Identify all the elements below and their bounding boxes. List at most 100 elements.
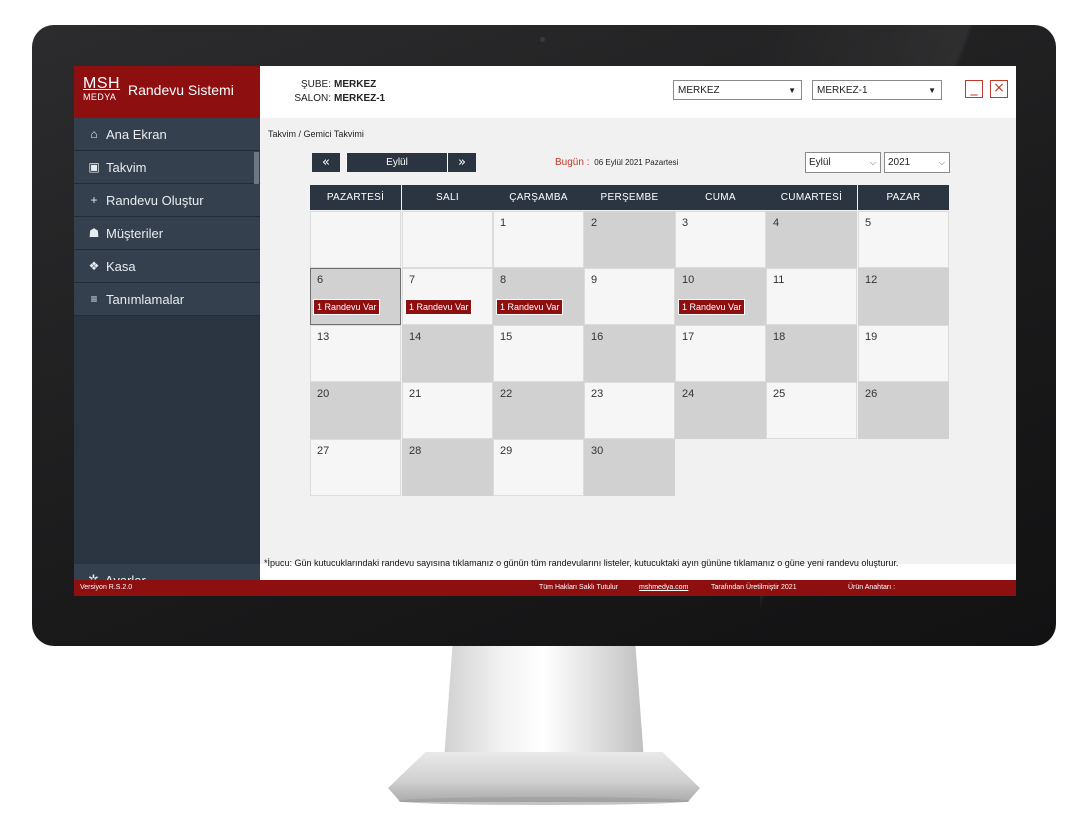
monitor-stand-base — [388, 752, 700, 802]
calendar-day-cell[interactable]: 15 — [493, 325, 584, 382]
day-number[interactable]: 11 — [773, 274, 784, 286]
day-number[interactable]: 1 — [500, 217, 506, 229]
calendar-content: Takvim / Gemici Takvimi « Eylül » Bugün … — [260, 118, 1016, 568]
calendar-day-cell[interactable]: 19 — [858, 325, 949, 382]
day-number[interactable]: 16 — [591, 331, 603, 343]
branch-label: ŞUBE: — [300, 79, 331, 90]
weekday-header: CUMA — [675, 185, 766, 210]
branch-select[interactable]: MERKEZ ▼ — [673, 80, 802, 100]
calendar-day-cell[interactable]: 16 — [584, 325, 675, 382]
sidebar-item-home[interactable]: ⌂ Ana Ekran — [74, 118, 260, 151]
next-month-button[interactable]: » — [448, 153, 476, 172]
month-select-value: Eylül — [809, 157, 831, 168]
calendar-day-cell[interactable]: 29 — [493, 439, 584, 496]
day-number[interactable]: 2 — [591, 217, 597, 229]
day-number[interactable]: 17 — [682, 331, 694, 343]
calendar-day-cell[interactable]: 25 — [766, 382, 857, 439]
salon-value: MERKEZ-1 — [334, 93, 386, 104]
day-number[interactable]: 3 — [682, 217, 688, 229]
calendar-day-cell[interactable]: 3 — [675, 211, 766, 268]
minimize-button[interactable]: _ — [965, 80, 983, 98]
day-number[interactable]: 18 — [773, 331, 785, 343]
calendar-day-cell[interactable]: 1 — [493, 211, 584, 268]
sidebar-scrollbar[interactable] — [254, 152, 259, 184]
day-number[interactable]: 22 — [500, 388, 512, 400]
appointment-badge[interactable]: 1 Randevu Var — [313, 299, 381, 315]
calendar-day-cell[interactable]: 6 1 Randevu Var — [310, 268, 401, 325]
main-panel: ŞUBE: MERKEZ SALON: MERKEZ-1 MERKEZ ▼ MERK… — [74, 66, 1016, 596]
day-number[interactable]: 10 — [682, 274, 694, 286]
calendar-day-cell[interactable]: 7 1 Randevu Var — [402, 268, 493, 325]
day-number[interactable]: 6 — [317, 274, 323, 286]
day-number[interactable]: 4 — [773, 217, 779, 229]
day-number[interactable]: 23 — [591, 388, 603, 400]
sidebar-item-users[interactable]: ☗ Müşteriler — [74, 217, 260, 250]
day-number[interactable]: 12 — [865, 274, 877, 286]
product-key-text: Ürün Anahtarı : — [848, 584, 896, 591]
day-number[interactable]: 9 — [591, 274, 597, 286]
calendar-day-cell[interactable]: 27 — [310, 439, 401, 496]
day-number[interactable]: 15 — [500, 331, 512, 343]
day-number[interactable]: 29 — [500, 445, 512, 457]
close-icon: × — [993, 80, 1005, 96]
current-month-label: Eylül — [346, 153, 448, 172]
day-number[interactable]: 14 — [409, 331, 421, 343]
day-number[interactable]: 19 — [865, 331, 877, 343]
day-number[interactable]: 28 — [409, 445, 421, 457]
calendar-day-cell[interactable]: 30 — [584, 439, 675, 496]
sidebar-item-list[interactable]: ≡ Tanımlamalar — [74, 283, 260, 316]
day-number[interactable]: 8 — [500, 274, 506, 286]
calendar-day-cell[interactable]: 23 — [584, 382, 675, 439]
calendar-day-cell[interactable]: 21 — [402, 382, 493, 439]
day-number[interactable]: 5 — [865, 217, 871, 229]
double-chevron-right-icon: » — [458, 155, 466, 170]
calendar-day-cell[interactable]: 14 — [402, 325, 493, 382]
today-info: Bugün : 06 Eylül 2021 Pazartesi — [555, 157, 678, 168]
footer-link[interactable]: mshmedya.com — [639, 580, 688, 596]
calendar-day-cell[interactable]: 17 — [675, 325, 766, 382]
salon-select[interactable]: MERKEZ-1 ▼ — [812, 80, 942, 100]
calendar-day-cell[interactable]: 10 1 Randevu Var — [675, 268, 766, 325]
appointment-badge[interactable]: 1 Randevu Var — [678, 299, 746, 315]
day-number[interactable]: 7 — [409, 274, 415, 286]
day-number[interactable]: 24 — [682, 388, 694, 400]
calendar-day-cell[interactable]: 28 — [402, 439, 493, 496]
calendar-day-cell[interactable]: 18 — [766, 325, 857, 382]
year-select[interactable]: 2021 ⌵ — [884, 152, 950, 173]
calendar-day-cell[interactable]: 13 — [310, 325, 401, 382]
appointment-badge[interactable]: 1 Randevu Var — [405, 299, 473, 315]
breadcrumb: Takvim / Gemici Takvimi — [268, 129, 364, 139]
calendar-day-cell[interactable]: 11 — [766, 268, 857, 325]
day-number[interactable]: 26 — [865, 388, 877, 400]
calendar-day-cell[interactable]: 5 — [858, 211, 949, 268]
day-number[interactable]: 20 — [317, 388, 329, 400]
calendar-day-cell[interactable]: 24 — [675, 382, 766, 439]
day-number[interactable]: 30 — [591, 445, 603, 457]
close-button[interactable]: × — [990, 80, 1008, 98]
sidebar-item-label: Takvim — [106, 159, 147, 175]
calendar-day-cell[interactable]: 20 — [310, 382, 401, 439]
calendar-day-cell[interactable]: 2 — [584, 211, 675, 268]
sidebar-item-plus[interactable]: + Randevu Oluştur — [74, 184, 260, 217]
day-number[interactable]: 27 — [317, 445, 329, 457]
prev-month-button[interactable]: « — [312, 153, 340, 172]
calendar-day-cell[interactable]: 8 1 Randevu Var — [493, 268, 584, 325]
rights-text: Tüm Hakları Saklı Tutulur — [539, 584, 618, 591]
calendar-day-cell[interactable]: 22 — [493, 382, 584, 439]
weekday-header: SALI — [402, 185, 493, 210]
sidebar-item-label: Ana Ekran — [106, 126, 167, 142]
month-select[interactable]: Eylül ⌵ — [805, 152, 881, 173]
calendar-day-cell[interactable]: 26 — [858, 382, 949, 439]
appointment-badge[interactable]: 1 Randevu Var — [496, 299, 564, 315]
day-number[interactable]: 25 — [773, 388, 785, 400]
sidebar-item-calendar[interactable]: ▣ Takvim — [74, 151, 260, 184]
calendar-day-cell[interactable]: 4 — [766, 211, 857, 268]
calendar-day-cell[interactable]: 12 — [858, 268, 949, 325]
day-number[interactable]: 21 — [409, 388, 421, 400]
sidebar-item-cash[interactable]: ❖ Kasa — [74, 250, 260, 283]
day-number[interactable]: 13 — [317, 331, 329, 343]
chevron-down-icon: ⌵ — [938, 158, 945, 167]
brand-header[interactable]: MSH MEDYA Randevu Sistemi — [74, 66, 260, 118]
calendar-day-cell[interactable]: 9 — [584, 268, 675, 325]
sidebar-menu: ⌂ Ana Ekran ▣ Takvim + Randevu Oluştur ☗ Müşter… — [74, 118, 260, 316]
